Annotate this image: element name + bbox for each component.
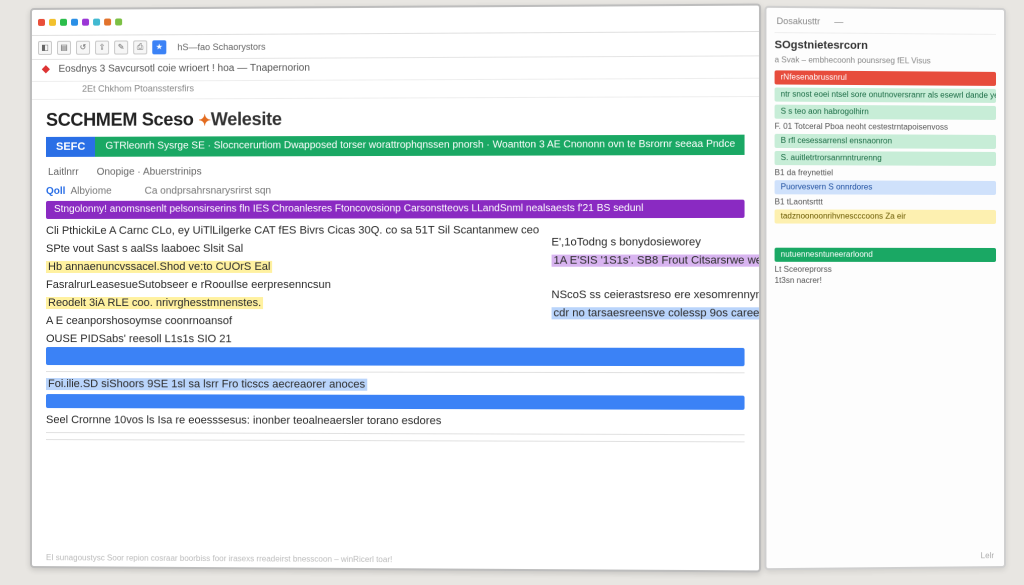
doc-line: SPte vout Sast s aalSs laaboec Slsit Sal [46,242,539,254]
side-item[interactable]: Puorvesvern S onnrdores [775,180,996,195]
doc-line: A E ceanporshosoymse coonrnoansof [46,315,539,327]
chip-row: SEFC GTRleonrh Sysrge SE · Slocncerurtio… [46,135,745,157]
side-item[interactable]: B rfl cesessarrensl ensnaonron [775,134,996,149]
doc-line: Seel Crornne 10vos ls Isa re eoesssesus:… [46,414,745,428]
side-item: 1t3sn nacrer! [775,276,996,285]
color-swatch [104,19,111,26]
side-section-title: SOgstnietesrcorn [775,39,996,53]
side-tab[interactable]: Dosakusttr [777,16,821,26]
toolbar-button[interactable]: ⎙ [133,40,147,54]
chip-primary[interactable]: SEFC [46,137,95,157]
favorite-icon[interactable]: ✦ [198,112,210,129]
color-swatch [115,18,122,25]
toolbar-button-primary[interactable]: ★ [152,40,166,54]
color-swatch [71,19,78,26]
page-title: SCCHMEM Sceso ✦Welesite [46,109,282,131]
divider [46,371,745,373]
side-item[interactable]: tadznoonoonrihvnescccoons Za eir [775,209,996,224]
side-item: B1 da freynettiel [775,168,996,178]
toolbar-button[interactable]: ▤ [57,40,71,54]
toolbar-button[interactable]: ◧ [38,40,52,54]
doc-highlight: Reodelt 3iA RLE coo. nrivrghesstmnenstes… [46,297,539,309]
app-window: ◧ ▤ ↺ ⇪ ✎ ⎙ ★ hS—fao Schaorystors ◆ Eosd… [30,4,761,573]
divider [46,432,745,435]
traffic-light-close[interactable] [38,19,45,26]
side-panel: Dosakusttr — SOgstnietesrcorn a Svak – e… [764,6,1006,570]
toolbar: ◧ ▤ ↺ ⇪ ✎ ⎙ ★ hS—fao Schaorystors [32,32,759,60]
side-footer: Lelr [981,551,994,560]
tab[interactable]: Onopige · Abuerstrinips [97,167,202,178]
doc-line: OUSE PIDSabs' reesoll L1s1s SIO 21 [46,333,539,346]
doc-highlight: Foi.ilie.SD siShoors 9SE 1sl sa lsrr Fro… [46,378,745,392]
breadcrumb-text: Eosdnys 3 Savcursotl coie wrioert ! hoa … [58,63,309,75]
tab[interactable]: Laitlnrr [48,167,79,178]
breadcrumb: ◆ Eosdnys 3 Savcursotl coie wrioert ! ho… [32,56,759,82]
toolbar-button[interactable]: ⇪ [95,40,109,54]
side-note: a Svak – embhecoonh pounsrseg fEL Visus [775,55,996,66]
main-content: SCCHMEM Sceso ✦Welesite SEFC GTRleonrh S… [32,97,759,570]
toolbar-button[interactable]: ↺ [76,40,90,54]
window-chrome [32,6,759,36]
side-item[interactable]: S. auitletrtrorsanrnntrurenng [775,151,996,166]
doc-line: E',1oTodng s bonydosieworey [551,236,759,249]
side-item[interactable]: S s teo aon habrogolhirn [775,105,996,120]
color-swatch [82,19,89,26]
banner-purple: Stngolonny! anomsnsenlt pelsonsirserins … [46,200,745,219]
doc-highlight: Hb annaenuncvssacel.Shod ve:to CUOrS Eal [46,261,539,273]
divider [46,439,745,442]
doc-line: NScoS ss ceierastsreso ere xesomrennynem [551,289,759,301]
chip-secondary: GTRleonrh Sysrge SE · Slocncerurtiom Dwa… [95,135,744,157]
tabs: Laitlnrr Onopige · Abuerstrinips [46,165,745,178]
doc-highlight: 1A E'SIS '1S1s'. SB8 Frout Citsarsrwe we… [551,254,759,266]
doc-line: FasralrurLeasesueSutobseer e rRoouIlse e… [46,279,539,291]
side-item: Lt Sceoreprorss [775,265,996,274]
side-tab[interactable]: — [834,16,843,26]
side-item[interactable]: ntr snost eoei ntsel sore onutnoversranr… [775,87,996,102]
toolbar-button[interactable]: ✎ [114,40,128,54]
side-alert[interactable]: rNfesenabrussnrul [775,70,996,86]
breadcrumb-icon: ◆ [42,64,50,75]
doc-line: Cli PthickiLe A Carnc CLo, ey UiTlLilger… [46,224,539,237]
side-item: B1 tLaontsrttt [775,197,996,207]
banner-blue [46,347,745,366]
traffic-light-min[interactable] [49,19,56,26]
doc-highlight: cdr no tarsaesreensve colessp 9os caree … [551,307,759,319]
traffic-light-max[interactable] [60,19,67,26]
section-subtitle: Qoll Albyiome Ca ondprsahrsnarysrirst sq… [46,184,745,197]
side-success[interactable]: nutuennesntuneerarloond [775,248,996,262]
address-text: hS—fao Schaorystors [177,41,265,52]
color-swatch [93,19,100,26]
banner-blue [46,394,745,410]
side-item: F. 01 Totceral Pboa neoht cestestrntapoi… [775,122,996,132]
side-top-tabs: Dosakusttr — [775,14,996,35]
